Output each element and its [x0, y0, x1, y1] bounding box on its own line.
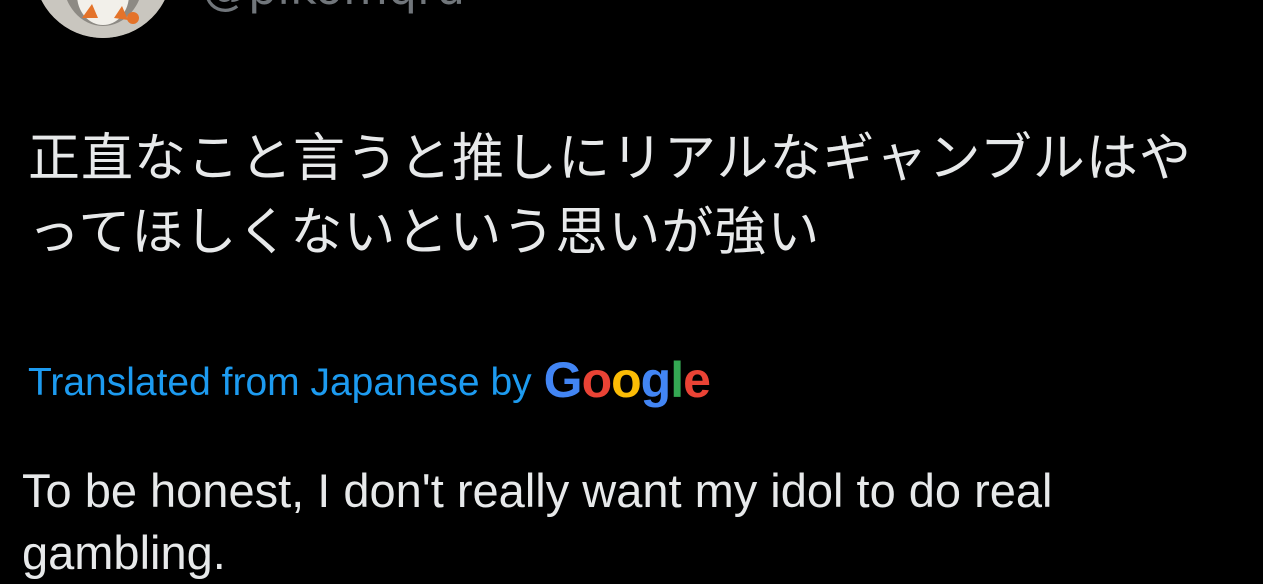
avatar[interactable]: [34, 0, 172, 38]
avatar-image: [34, 0, 172, 38]
google-logo: Google: [543, 352, 711, 408]
tweet-text: 正直なこと言うと推しにリアルなギャンブルはやってほしくないという思いが強い: [28, 129, 1192, 263]
translation-attribution-link[interactable]: Translated from Japanese by Google: [28, 352, 711, 413]
translated-text: To be honest, I don't really want my ido…: [22, 464, 1053, 579]
translated-from-label: Translated from Japanese by: [28, 361, 532, 404]
author-handle[interactable]: @pikomqru: [202, 0, 465, 14]
